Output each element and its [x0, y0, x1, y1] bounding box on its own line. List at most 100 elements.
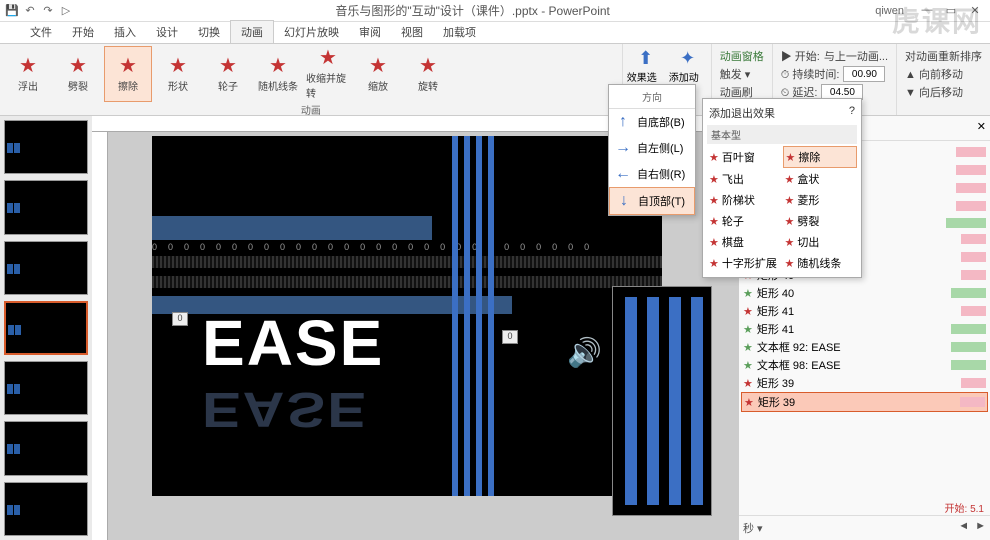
- arrow-up-icon: ⬆: [638, 48, 653, 69]
- slide-thumb[interactable]: [4, 180, 88, 234]
- exit-effect-item[interactable]: ★擦除: [783, 146, 858, 168]
- tab-0[interactable]: 文件: [20, 21, 62, 43]
- undo-icon[interactable]: ↶: [22, 3, 38, 19]
- slide-thumb[interactable]: [4, 301, 88, 355]
- seconds-dropdown[interactable]: 秒 ▾: [743, 520, 763, 536]
- anim-pane-item[interactable]: ★矩形 39: [741, 374, 988, 392]
- anim-item-name: 矩形 41: [757, 321, 919, 337]
- anim-label: 旋转: [418, 78, 438, 93]
- slide[interactable]: 0000000000000000000000000000 EASE EASE 0…: [152, 136, 662, 496]
- star-icon: ★: [69, 56, 87, 76]
- timing-bar: [961, 306, 986, 316]
- help-icon[interactable]: ?: [849, 105, 855, 121]
- anim-pane-item[interactable]: ★文本框 98: EASE: [741, 356, 988, 374]
- exit-effect-item[interactable]: ★棋盘: [707, 232, 782, 252]
- slide-thumb[interactable]: [4, 241, 88, 295]
- zoom-out-icon[interactable]: ◄: [958, 520, 969, 536]
- tab-5[interactable]: 动画: [230, 20, 274, 43]
- exit-effect-item[interactable]: ★十字形扩展: [707, 253, 782, 273]
- direction-item[interactable]: ↑自底部(B): [609, 109, 695, 135]
- tab-8[interactable]: 视图: [391, 21, 433, 43]
- star-icon: ★: [709, 173, 719, 186]
- star-icon: ★: [785, 236, 795, 249]
- star-icon: ★: [219, 56, 237, 76]
- anim-随机线条[interactable]: ★随机线条: [254, 46, 302, 102]
- exit-effect-item[interactable]: ★劈裂: [783, 211, 858, 231]
- exit-effect-item[interactable]: ★随机线条: [783, 253, 858, 273]
- exit-effect-item[interactable]: ★切出: [783, 232, 858, 252]
- exit-effect-item[interactable]: ★轮子: [707, 211, 782, 231]
- star-icon: ★: [785, 257, 795, 270]
- effect-label: 切出: [797, 234, 819, 250]
- trigger-button[interactable]: 触发 ▾: [720, 66, 764, 82]
- exit-panel-title: 添加退出效果: [709, 105, 775, 121]
- star-icon: ★: [369, 56, 387, 76]
- slide-thumbnails: [0, 116, 92, 540]
- stripe-band: [152, 256, 662, 268]
- exit-effect-item[interactable]: ★菱形: [783, 190, 858, 210]
- star-icon: ★: [709, 215, 719, 228]
- speaker-icon[interactable]: 🔊: [567, 336, 602, 369]
- anim-label: 轮子: [218, 78, 238, 93]
- save-icon[interactable]: 💾: [4, 3, 20, 19]
- anim-pane-item[interactable]: ★矩形 41: [741, 320, 988, 338]
- move-later-button[interactable]: ▼ 向后移动: [905, 84, 982, 100]
- anim-轮子[interactable]: ★ 轮子: [204, 46, 252, 102]
- tab-1[interactable]: 开始: [62, 21, 104, 43]
- star-icon: ★: [785, 173, 795, 186]
- direction-label: 自底部(B): [637, 114, 685, 130]
- direction-item[interactable]: →自左侧(L): [609, 135, 695, 161]
- start-icon[interactable]: ▷: [58, 3, 74, 19]
- anim-旋转[interactable]: ★旋转: [404, 46, 452, 102]
- anim-pane-button[interactable]: 动画窗格: [720, 48, 764, 64]
- exit-effect-item[interactable]: ★盒状: [783, 169, 858, 189]
- anim-pane-item[interactable]: ★矩形 39: [741, 392, 988, 412]
- slide-thumb[interactable]: [4, 482, 88, 536]
- tab-7[interactable]: 审阅: [349, 21, 391, 43]
- effect-label: 菱形: [797, 192, 819, 208]
- direction-item[interactable]: ↓自顶部(T): [609, 187, 695, 215]
- exit-effect-item[interactable]: ★百叶窗: [707, 146, 782, 168]
- vertical-strip: [464, 136, 470, 496]
- star-icon: ★: [786, 151, 796, 164]
- anim-收缩并旋转[interactable]: ★收缩并旋转: [304, 46, 352, 102]
- arrow-icon: ←: [615, 165, 631, 183]
- exit-effect-item[interactable]: ★阶梯状: [707, 190, 782, 210]
- zoom-in-icon[interactable]: ►: [975, 520, 986, 536]
- duration-input[interactable]: [843, 66, 885, 82]
- direction-item[interactable]: ←自右侧(R): [609, 161, 695, 187]
- slide-thumb[interactable]: [4, 120, 88, 174]
- anim-label: 形状: [168, 78, 188, 93]
- start-value[interactable]: 与上一动画...: [824, 48, 888, 64]
- redo-icon[interactable]: ↷: [40, 3, 56, 19]
- anim-擦除[interactable]: ★擦除: [104, 46, 152, 102]
- anim-缩放[interactable]: ★缩放: [354, 46, 402, 102]
- anim-pane-item[interactable]: ★矩形 41: [741, 302, 988, 320]
- quick-access-toolbar: 💾 ↶ ↷ ▷: [0, 3, 78, 19]
- anim-item-name: 文本框 98: EASE: [757, 357, 929, 373]
- anim-pane-item[interactable]: ★矩形 40: [741, 284, 988, 302]
- close-pane-icon[interactable]: ✕: [977, 120, 986, 136]
- watermark: 虎课网: [892, 0, 982, 40]
- tab-4[interactable]: 切换: [188, 21, 230, 43]
- slide-thumb[interactable]: [4, 361, 88, 415]
- exit-effect-item[interactable]: ★飞出: [707, 169, 782, 189]
- direction-label: 自顶部(T): [638, 193, 685, 209]
- anim-pane-item[interactable]: ★文本框 92: EASE: [741, 338, 988, 356]
- anim-形状[interactable]: ★形状: [154, 46, 202, 102]
- move-earlier-button[interactable]: ▲ 向前移动: [905, 66, 982, 82]
- tab-6[interactable]: 幻灯片放映: [274, 21, 349, 43]
- effect-label: 百叶窗: [722, 149, 755, 165]
- anim-浮出[interactable]: ★浮出: [4, 46, 52, 102]
- tab-3[interactable]: 设计: [146, 21, 188, 43]
- timing-bar: [961, 378, 986, 388]
- effect-label: 劈裂: [797, 213, 819, 229]
- tab-2[interactable]: 插入: [104, 21, 146, 43]
- slide-thumb[interactable]: [4, 421, 88, 475]
- star-icon: ★: [743, 305, 753, 318]
- arrow-icon: →: [615, 139, 631, 157]
- tab-9[interactable]: 加载项: [433, 21, 486, 43]
- selected-shape[interactable]: [612, 286, 712, 516]
- anim-劈裂[interactable]: ★劈裂: [54, 46, 102, 102]
- timing-bar: [961, 270, 986, 280]
